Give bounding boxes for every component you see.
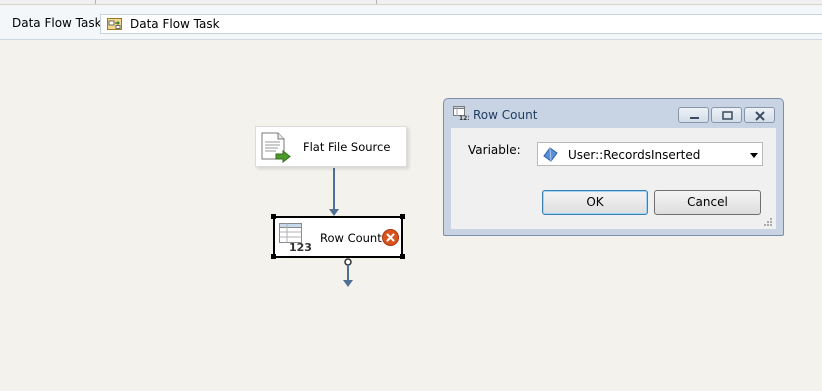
toolbar-divider — [95, 0, 96, 4]
dialog-title-bar[interactable]: 123 Row Count — [444, 99, 783, 126]
selection-handle[interactable] — [271, 254, 276, 259]
restore-button[interactable] — [711, 107, 742, 123]
selection-handle[interactable] — [400, 214, 405, 219]
row-count-icon: 123 — [278, 222, 312, 254]
flat-file-source-icon — [260, 131, 292, 164]
selection-handle[interactable] — [400, 254, 405, 259]
row-count-icon-text: 123 — [289, 241, 312, 252]
output-path-arrowhead — [343, 280, 353, 287]
data-flow-task-label: Data Flow Task: — [12, 16, 106, 30]
row-count-icon-text: 123 — [459, 115, 469, 120]
close-icon — [755, 111, 765, 121]
minimize-button[interactable] — [678, 107, 709, 123]
data-flow-task-value: Data Flow Task — [130, 17, 220, 31]
minimize-icon — [690, 117, 699, 119]
cancel-button[interactable]: Cancel — [654, 190, 761, 215]
row-count-icon: 123 — [453, 106, 472, 122]
output-connector-handle[interactable] — [344, 258, 352, 266]
top-toolbar-strip — [0, 0, 822, 5]
variable-icon — [543, 147, 558, 162]
variable-label: Variable: — [468, 143, 521, 157]
error-icon[interactable] — [382, 229, 399, 246]
ok-button[interactable]: OK — [542, 190, 648, 215]
data-path-arrowhead — [329, 209, 339, 216]
component-label: Row Count — [320, 231, 382, 245]
data-flow-task-selector[interactable]: Data Flow Task — [100, 14, 822, 34]
row-count-component[interactable]: 123 Row Count — [273, 216, 403, 258]
resize-grip-icon[interactable] — [763, 216, 773, 226]
chevron-down-icon[interactable] — [749, 149, 759, 159]
toolbar-divider — [376, 0, 377, 4]
data-flow-task-icon — [107, 17, 123, 31]
data-flow-task-bar: Data Flow Task: Data Flow Task — [0, 6, 822, 40]
flat-file-source-component[interactable]: Flat File Source — [255, 126, 407, 167]
selection-handle[interactable] — [271, 214, 276, 219]
restore-icon — [722, 111, 733, 120]
dialog-client-area: Variable: User::RecordsInserted OK Cance… — [451, 128, 776, 229]
variable-dropdown[interactable]: User::RecordsInserted — [537, 142, 763, 166]
component-label: Flat File Source — [303, 140, 391, 154]
row-count-dialog: 123 Row Count Variable: User::RecordsIns… — [443, 98, 784, 236]
variable-value: User::RecordsInserted — [568, 148, 701, 162]
close-button[interactable] — [744, 107, 775, 123]
dialog-title: Row Count — [473, 108, 538, 122]
